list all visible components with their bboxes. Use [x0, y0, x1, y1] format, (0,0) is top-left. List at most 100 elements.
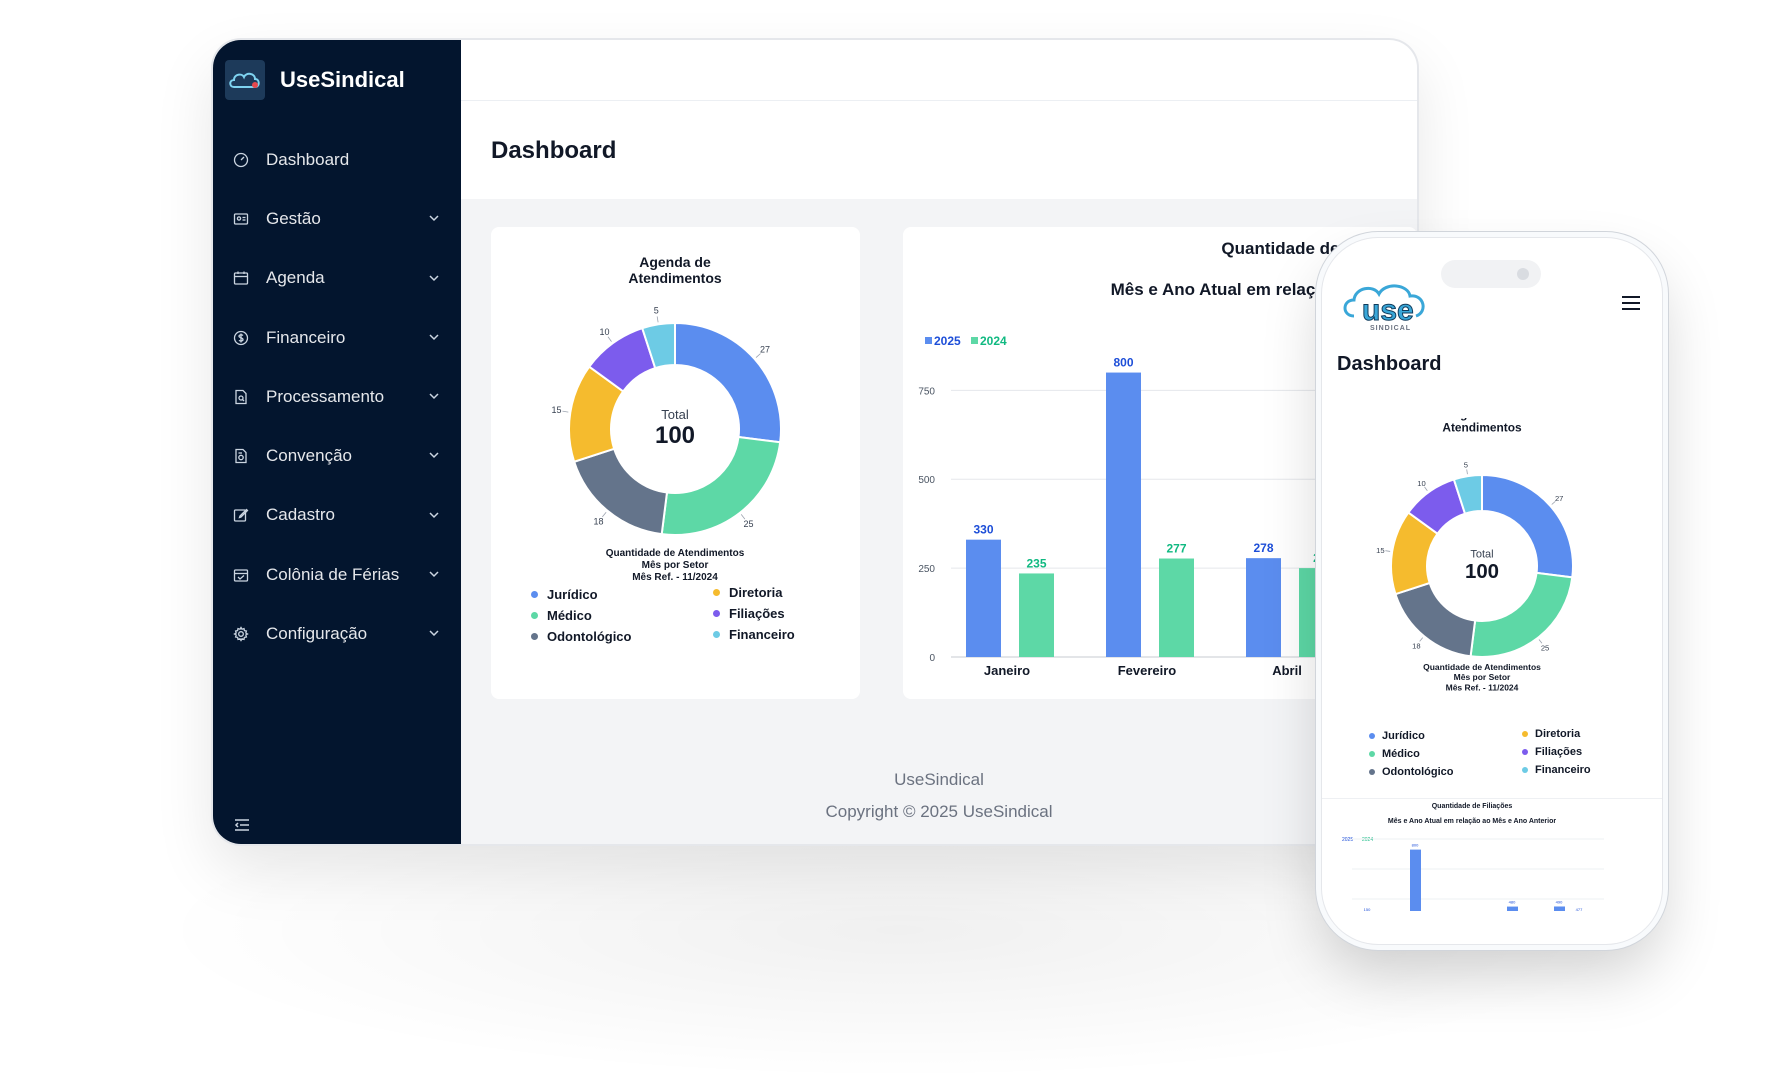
phone-legend-2024: 2024 — [1362, 837, 1373, 843]
phone-donut-caption-1: Mês por Setor — [1454, 672, 1511, 682]
donut-value-label-4: 10 — [599, 327, 609, 337]
phone-donut-leader-5 — [1466, 469, 1468, 475]
phone-legend-odontologico[interactable]: Odontológico — [1369, 763, 1453, 781]
footer-copyright: Copyright © 2025 UseSindical — [825, 802, 1053, 821]
hamburger-menu-icon[interactable] — [1622, 296, 1640, 310]
legend-item-financeiro[interactable]: Financeiro — [713, 624, 795, 645]
sidebar-item-configuracao[interactable]: Configuração — [213, 604, 461, 663]
bar-chart-title: Quantidade de F — [1221, 239, 1354, 258]
phone-legend-financeiro[interactable]: Financeiro — [1522, 761, 1591, 779]
bar-chart-subtitle: Mês e Ano Atual em relaç — [1111, 280, 1316, 299]
phone-legend-medico[interactable]: Médico — [1369, 745, 1453, 763]
logo-text: use — [1362, 294, 1414, 327]
brand-name: UseSindical — [280, 67, 405, 92]
gear-icon — [233, 626, 249, 642]
calendar-check-icon — [233, 567, 249, 583]
phone-donut-value-label-0: 27 — [1555, 494, 1563, 503]
document-search-icon — [233, 389, 249, 405]
legend-item-odontologico[interactable]: Odontológico — [531, 626, 631, 647]
legend-item-medico[interactable]: Médico — [531, 605, 631, 626]
donut-value-label-1: 25 — [744, 519, 754, 529]
calendar-icon — [233, 270, 249, 286]
phone-bar-2 — [1507, 906, 1518, 911]
donut-value-label-3: 15 — [551, 405, 561, 415]
collapse-menu-icon[interactable] — [233, 816, 251, 834]
phone-bar-label-0: 150 — [1364, 907, 1371, 912]
legend-dot — [531, 633, 538, 640]
phone-bar-1 — [1410, 849, 1421, 911]
legend-dot — [531, 612, 538, 619]
phone-bar-label-1: 800 — [1412, 843, 1419, 848]
donut-slice-2 — [572, 447, 669, 536]
legend-label: Odontológico — [547, 629, 632, 644]
chevron-down-icon[interactable] — [427, 626, 441, 640]
phone-legend-filiacoes[interactable]: Filiações — [1522, 743, 1591, 761]
brand[interactable]: UseSindical — [225, 60, 405, 100]
x-category-label: Abril — [1272, 663, 1302, 678]
donut-leader-5 — [656, 316, 659, 323]
legend-item-juridico[interactable]: Jurídico — [531, 584, 631, 605]
sidebar-item-agenda[interactable]: Agenda — [213, 249, 461, 308]
bar-2024-janeiro — [1019, 573, 1054, 657]
chevron-down-icon[interactable] — [427, 330, 441, 344]
camera-icon — [1517, 268, 1529, 280]
bar-2025-abril — [1246, 558, 1281, 657]
legend-swatch-2025 — [925, 337, 932, 344]
sidebar-item-processamento[interactable]: Processamento — [213, 367, 461, 426]
legend-label: Jurídico — [1382, 730, 1425, 742]
phone-donut-caption-2: Mês Ref. - 11/2024 — [1446, 682, 1519, 692]
phone-legend-2025: 2025 — [1342, 837, 1353, 843]
sidebar-item-colonia-de-ferias[interactable]: Colônia de Férias — [213, 545, 461, 604]
sidebar-item-label: Agenda — [266, 268, 325, 288]
chevron-down-icon[interactable] — [427, 211, 441, 225]
phone-bar-label-2: 480 — [1509, 900, 1516, 905]
legend-left: Jurídico Médico Odontológico — [531, 584, 631, 647]
phone-donut-chart: Agenda deAtendimentos27251815105Total100… — [1376, 418, 1574, 692]
phone-bar-label-4: 477 — [1576, 907, 1583, 912]
sidebar-item-label: Gestão — [266, 208, 321, 228]
sidebar-item-gestao[interactable]: Gestão — [213, 189, 461, 248]
phone-donut-center-value: 100 — [1465, 561, 1499, 583]
phone-donut-value-label-2: 18 — [1412, 641, 1420, 650]
legend-item-filiacoes[interactable]: Filiações — [713, 603, 795, 624]
legend-dot — [1522, 767, 1528, 773]
bar-value-label: 800 — [1113, 356, 1133, 370]
phone-legend-diretoria[interactable]: Diretoria — [1522, 725, 1591, 743]
sidebar-item-cadastro[interactable]: Cadastro — [213, 486, 461, 545]
phone-donut-value-label-3: 15 — [1376, 546, 1384, 555]
donut-leader-4 — [607, 336, 612, 342]
bar-2025-fevereiro — [1106, 372, 1141, 657]
y-tick-label-3: 750 — [918, 386, 935, 397]
phone-legend-juridico[interactable]: Jurídico — [1369, 727, 1453, 745]
donut-caption-2: Mês Ref. - 11/2024 — [632, 572, 718, 583]
sidebar-item-financeiro[interactable]: Financeiro — [213, 308, 461, 367]
phone-donut-slice-2 — [1394, 581, 1477, 658]
legend-label: Filiações — [729, 606, 785, 621]
phone-chart-title-line2: Atendimentos — [1442, 421, 1522, 435]
donut-center-label: Total — [661, 407, 689, 422]
sidebar-item-label: Convenção — [266, 446, 353, 466]
sidebar-item-label: Cadastro — [266, 505, 335, 525]
use-sindical-logo[interactable]: use SINDICAL — [1340, 278, 1438, 338]
logo-subtext: SINDICAL — [1370, 325, 1411, 332]
phone-chart2-subtitle: Mês e Ano Atual em relação ao Mês e Ano … — [1388, 818, 1556, 825]
legend-item-diretoria[interactable]: Diretoria — [713, 582, 795, 603]
chevron-down-icon[interactable] — [427, 389, 441, 403]
chevron-down-icon[interactable] — [427, 508, 441, 522]
page-title: Dashboard — [491, 137, 617, 164]
sidebar-item-label: Financeiro — [266, 327, 346, 347]
cloud-logo-icon — [225, 60, 265, 100]
bar-2025-janeiro — [966, 539, 1001, 657]
chevron-down-icon[interactable] — [427, 567, 441, 581]
chevron-down-icon[interactable] — [427, 448, 441, 462]
legend-dot — [713, 589, 720, 596]
legend-label: Financeiro — [1535, 764, 1591, 776]
donut-leader-3 — [562, 410, 569, 413]
phone-frame: use SINDICAL Dashboard Agenda deAtendime… — [1322, 238, 1662, 944]
document-settings-icon — [233, 448, 249, 464]
legend-dot — [531, 591, 538, 598]
chevron-down-icon[interactable] — [427, 271, 441, 285]
donut-caption-0: Quantidade de Atendimentos — [606, 548, 745, 559]
sidebar-item-dashboard[interactable]: Dashboard — [213, 130, 461, 189]
sidebar-item-convencao[interactable]: Convenção — [213, 426, 461, 485]
